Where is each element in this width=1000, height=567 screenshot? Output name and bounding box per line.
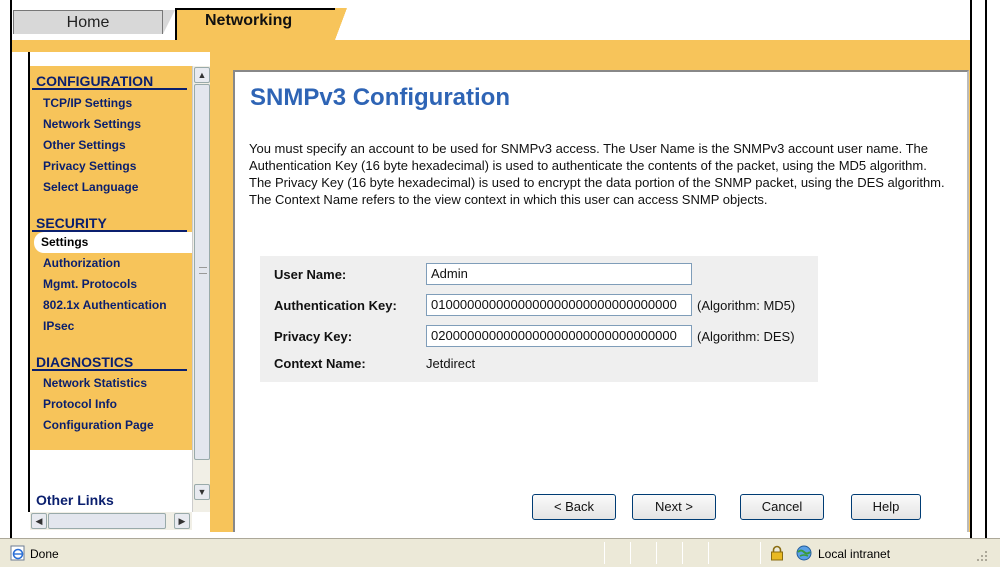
back-button[interactable]: < Back [532,494,616,520]
status-separator [630,542,631,564]
auth-key-field[interactable]: 0100000000000000000000000000000000 [426,294,692,316]
scroll-right-icon[interactable]: ▶ [174,513,190,529]
sidebar-item-protocol-info[interactable]: Protocol Info [30,394,192,415]
status-text: Done [30,547,59,561]
auth-key-label: Authentication Key: [274,298,397,313]
sidebar-section-diagnostics: DIAGNOSTICS [32,351,187,371]
tab-networking-edge [335,8,347,40]
status-separator [708,542,709,564]
context-name-label: Context Name: [274,356,366,371]
sidebar-horizontal-scrollbar[interactable]: ◀ ▶ [30,512,192,530]
window-edge [985,0,987,567]
scroll-down-icon[interactable]: ▼ [194,484,210,500]
lock-icon [771,545,783,561]
local-intranet-icon [796,545,812,561]
sidebar-item-mgmt-protocols[interactable]: Mgmt. Protocols [30,274,192,295]
user-name-label: User Name: [274,267,347,282]
help-button[interactable]: Help [851,494,921,520]
sidebar-item-network-settings[interactable]: Network Settings [30,114,192,135]
tab-band [12,40,970,52]
tab-networking-underline [175,40,339,52]
context-name-value: Jetdirect [426,356,476,371]
privacy-algorithm-text: (Algorithm: DES) [697,329,795,344]
user-name-field[interactable]: Admin [426,263,692,285]
sidebar-item-privacy-settings[interactable]: Privacy Settings [30,156,192,177]
sidebar-section-security: SECURITY [32,212,187,232]
content-panel: SNMPv3 Configuration You must specify an… [233,70,969,532]
status-separator [656,542,657,564]
tab-home[interactable]: Home [13,10,163,34]
cancel-button[interactable]: Cancel [740,494,824,520]
tab-home-edge [163,10,175,34]
status-separator [604,542,605,564]
status-separator [682,542,683,564]
other-links-label[interactable]: Other Links [36,492,114,508]
scrollbar-thumb[interactable] [194,84,210,460]
sidebar-vertical-scrollbar[interactable]: ▲ ▼ [192,66,210,512]
privacy-key-label: Privacy Key: [274,329,353,344]
button-divider [235,482,967,483]
tab-networking[interactable]: Networking [175,8,335,40]
hscrollbar-thumb[interactable] [48,513,166,529]
auth-algorithm-text: (Algorithm: MD5) [697,298,796,313]
sidebar-section-configuration: CONFIGURATION [32,70,187,90]
sidebar-item-settings[interactable]: Settings [34,232,192,253]
status-bar: Done Local intranet [0,538,1000,567]
sidebar-item-configuration-page[interactable]: Configuration Page [30,415,192,436]
sidebar-item-select-language[interactable]: Select Language [30,177,192,198]
sidebar-item-8021x-authentication[interactable]: 802.1x Authentication [30,295,192,316]
sidebar-item-tcpip-settings[interactable]: TCP/IP Settings [30,93,192,114]
scroll-up-icon[interactable]: ▲ [194,67,210,83]
sidebar-item-authorization[interactable]: Authorization [30,253,192,274]
sidebar-item-network-statistics[interactable]: Network Statistics [30,373,192,394]
resize-grip-icon[interactable] [975,549,989,563]
page-title: SNMPv3 Configuration [250,84,511,111]
status-separator [760,542,761,564]
sidebar-item-other-settings[interactable]: Other Settings [30,135,192,156]
scroll-left-icon[interactable]: ◀ [31,513,47,529]
next-button[interactable]: Next > [632,494,716,520]
sidebar: CONFIGURATION TCP/IP Settings Network Se… [30,66,192,450]
zone-text: Local intranet [818,547,891,561]
ie-page-icon [10,545,25,561]
intro-text: You must specify an account to be used f… [249,141,945,207]
privacy-key-field[interactable]: 0200000000000000000000000000000000 [426,325,692,347]
sidebar-item-ipsec[interactable]: IPsec [30,316,192,337]
snmpv3-form: User Name: Admin Authentication Key: 010… [260,256,818,382]
